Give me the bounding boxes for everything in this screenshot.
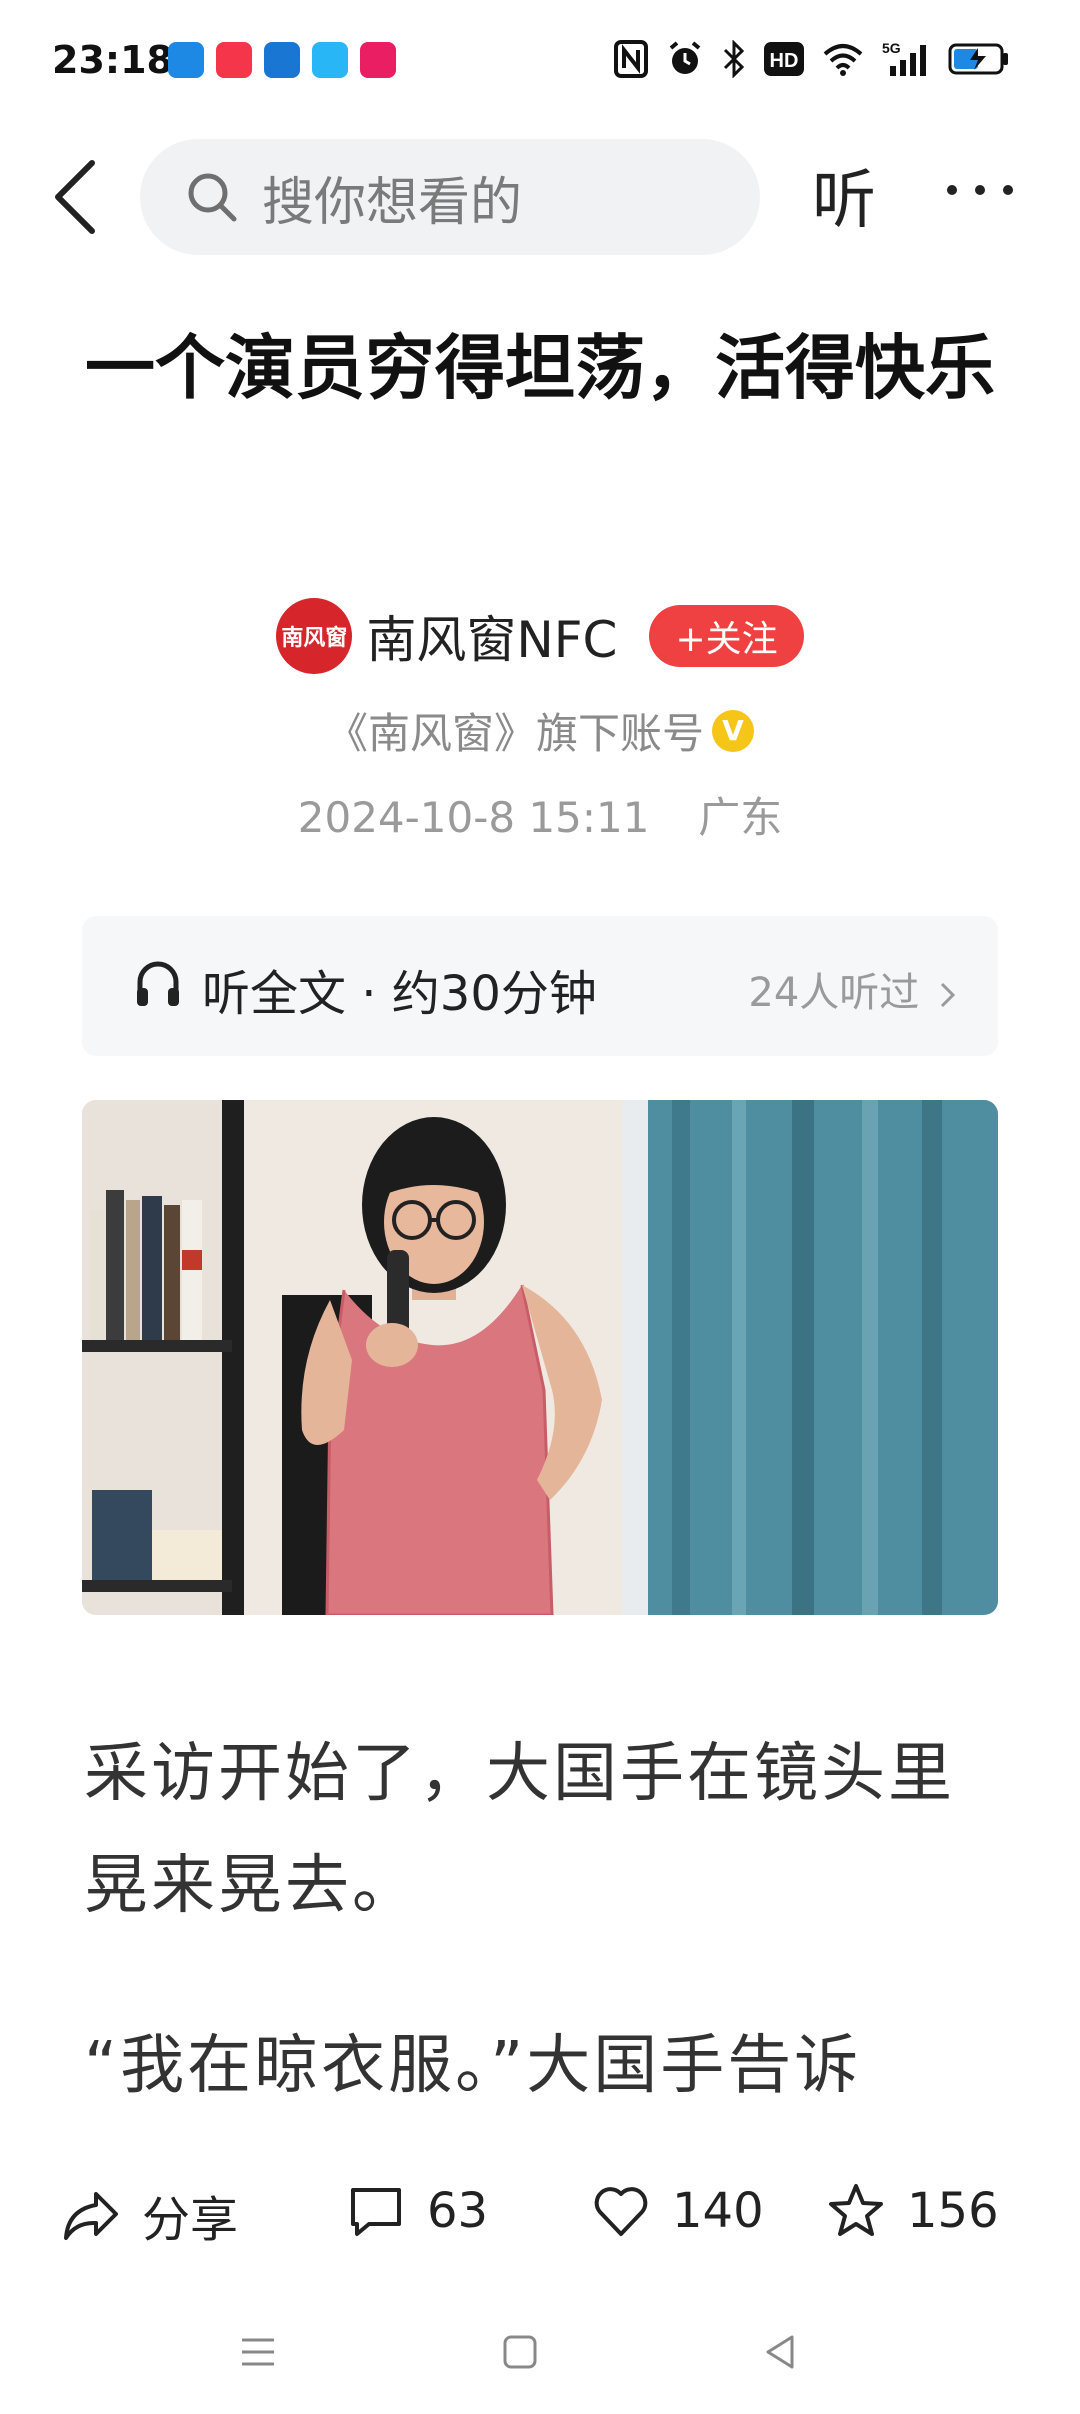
comment-button[interactable]: 63 [345, 2180, 488, 2242]
star-icon [829, 2184, 883, 2236]
publish-date: 2024-10-8 15:11 [297, 793, 650, 842]
shopping-app-icon [360, 42, 396, 78]
listen-count: 24人听过 [748, 960, 958, 1018]
top-header: 搜你想看的 听 [0, 135, 1080, 260]
svg-text:5G: 5G [882, 40, 901, 56]
verified-badge-icon: V [712, 709, 754, 752]
more-options-button[interactable] [940, 175, 1020, 205]
square-icon [503, 2335, 537, 2369]
article-photo-illustration [82, 1100, 998, 1615]
listen-count-text: 24人听过 [748, 970, 920, 1016]
listen-button[interactable]: 听 [812, 149, 876, 241]
home-button[interactable] [500, 2332, 540, 2372]
xiaohongshu-app-icon [216, 42, 252, 78]
back-button[interactable] [48, 157, 108, 237]
svg-text:HD: HD [770, 50, 799, 72]
alarm-icon [666, 40, 704, 78]
favorite-count: 156 [907, 2183, 999, 2239]
status-time: 23:18 [52, 38, 173, 82]
article-paragraph: 采访开始了，大国手在镜头里晃来晃去。 [84, 1737, 955, 1923]
recent-apps-button[interactable] [238, 2332, 278, 2372]
listen-full-text-card[interactable]: 听全文 · 约30分钟 24人听过 [82, 916, 998, 1056]
author-description-row: 《南风窗》旗下账号 V [0, 700, 1080, 761]
like-count: 140 [672, 2183, 764, 2239]
author-description: 《南风窗》旗下账号 [325, 709, 704, 758]
share-button[interactable]: 分享 [60, 2180, 238, 2250]
headphone-icon [137, 961, 179, 1006]
search-placeholder: 搜你想看的 [262, 172, 523, 233]
bluetooth-icon [722, 40, 746, 78]
listen-full-text-label: 听全文 · 约30分钟 [202, 966, 597, 1022]
notification-app-icons [168, 42, 396, 78]
comment-icon [351, 2188, 401, 2236]
system-navigation-bar [0, 2290, 1080, 2414]
chevron-left-icon [55, 160, 95, 234]
shield-app-icon [168, 42, 204, 78]
more-dots-icon [947, 185, 1013, 195]
article-paragraph: “我在晾衣服。”大国手告诉 [84, 2029, 862, 2103]
triangle-back-icon [766, 2335, 794, 2369]
search-input[interactable]: 搜你想看的 [140, 139, 760, 255]
author-row: 南风窗 南风窗NFC +关注 [0, 598, 1080, 674]
system-icons: HD 5G [614, 40, 1010, 78]
chevron-right-icon [940, 982, 956, 1008]
author-avatar[interactable]: 南风窗 [276, 598, 353, 674]
article-action-bar: 分享 63 140 156 [0, 2130, 1080, 2290]
publish-location: 广东 [698, 793, 783, 842]
navigation-app-icon [264, 42, 300, 78]
browser-app-icon [312, 42, 348, 78]
status-bar: 23:18 HD 5G [0, 0, 1080, 125]
wifi-icon [822, 40, 864, 78]
hd-icon: HD [764, 40, 804, 78]
like-button[interactable]: 140 [590, 2180, 764, 2242]
author-name[interactable]: 南风窗NFC [366, 600, 617, 672]
menu-lines-icon [242, 2338, 274, 2366]
search-icon [188, 173, 237, 222]
share-label: 分享 [142, 2192, 239, 2248]
heart-icon [594, 2187, 648, 2236]
cellular-signal-icon: 5G [882, 40, 930, 78]
battery-icon [948, 40, 1010, 78]
nfc-icon [614, 40, 648, 78]
article-photo[interactable] [82, 1100, 998, 1615]
follow-button[interactable]: +关注 [649, 605, 804, 667]
share-icon [64, 2192, 118, 2240]
comment-count: 63 [427, 2183, 489, 2239]
publish-meta: 2024-10-8 15:11 广东 [0, 784, 1080, 845]
system-back-button[interactable] [760, 2332, 800, 2372]
favorite-button[interactable]: 156 [825, 2180, 999, 2242]
article-title: 一个演员穷得坦荡，活得快乐 [85, 327, 995, 409]
